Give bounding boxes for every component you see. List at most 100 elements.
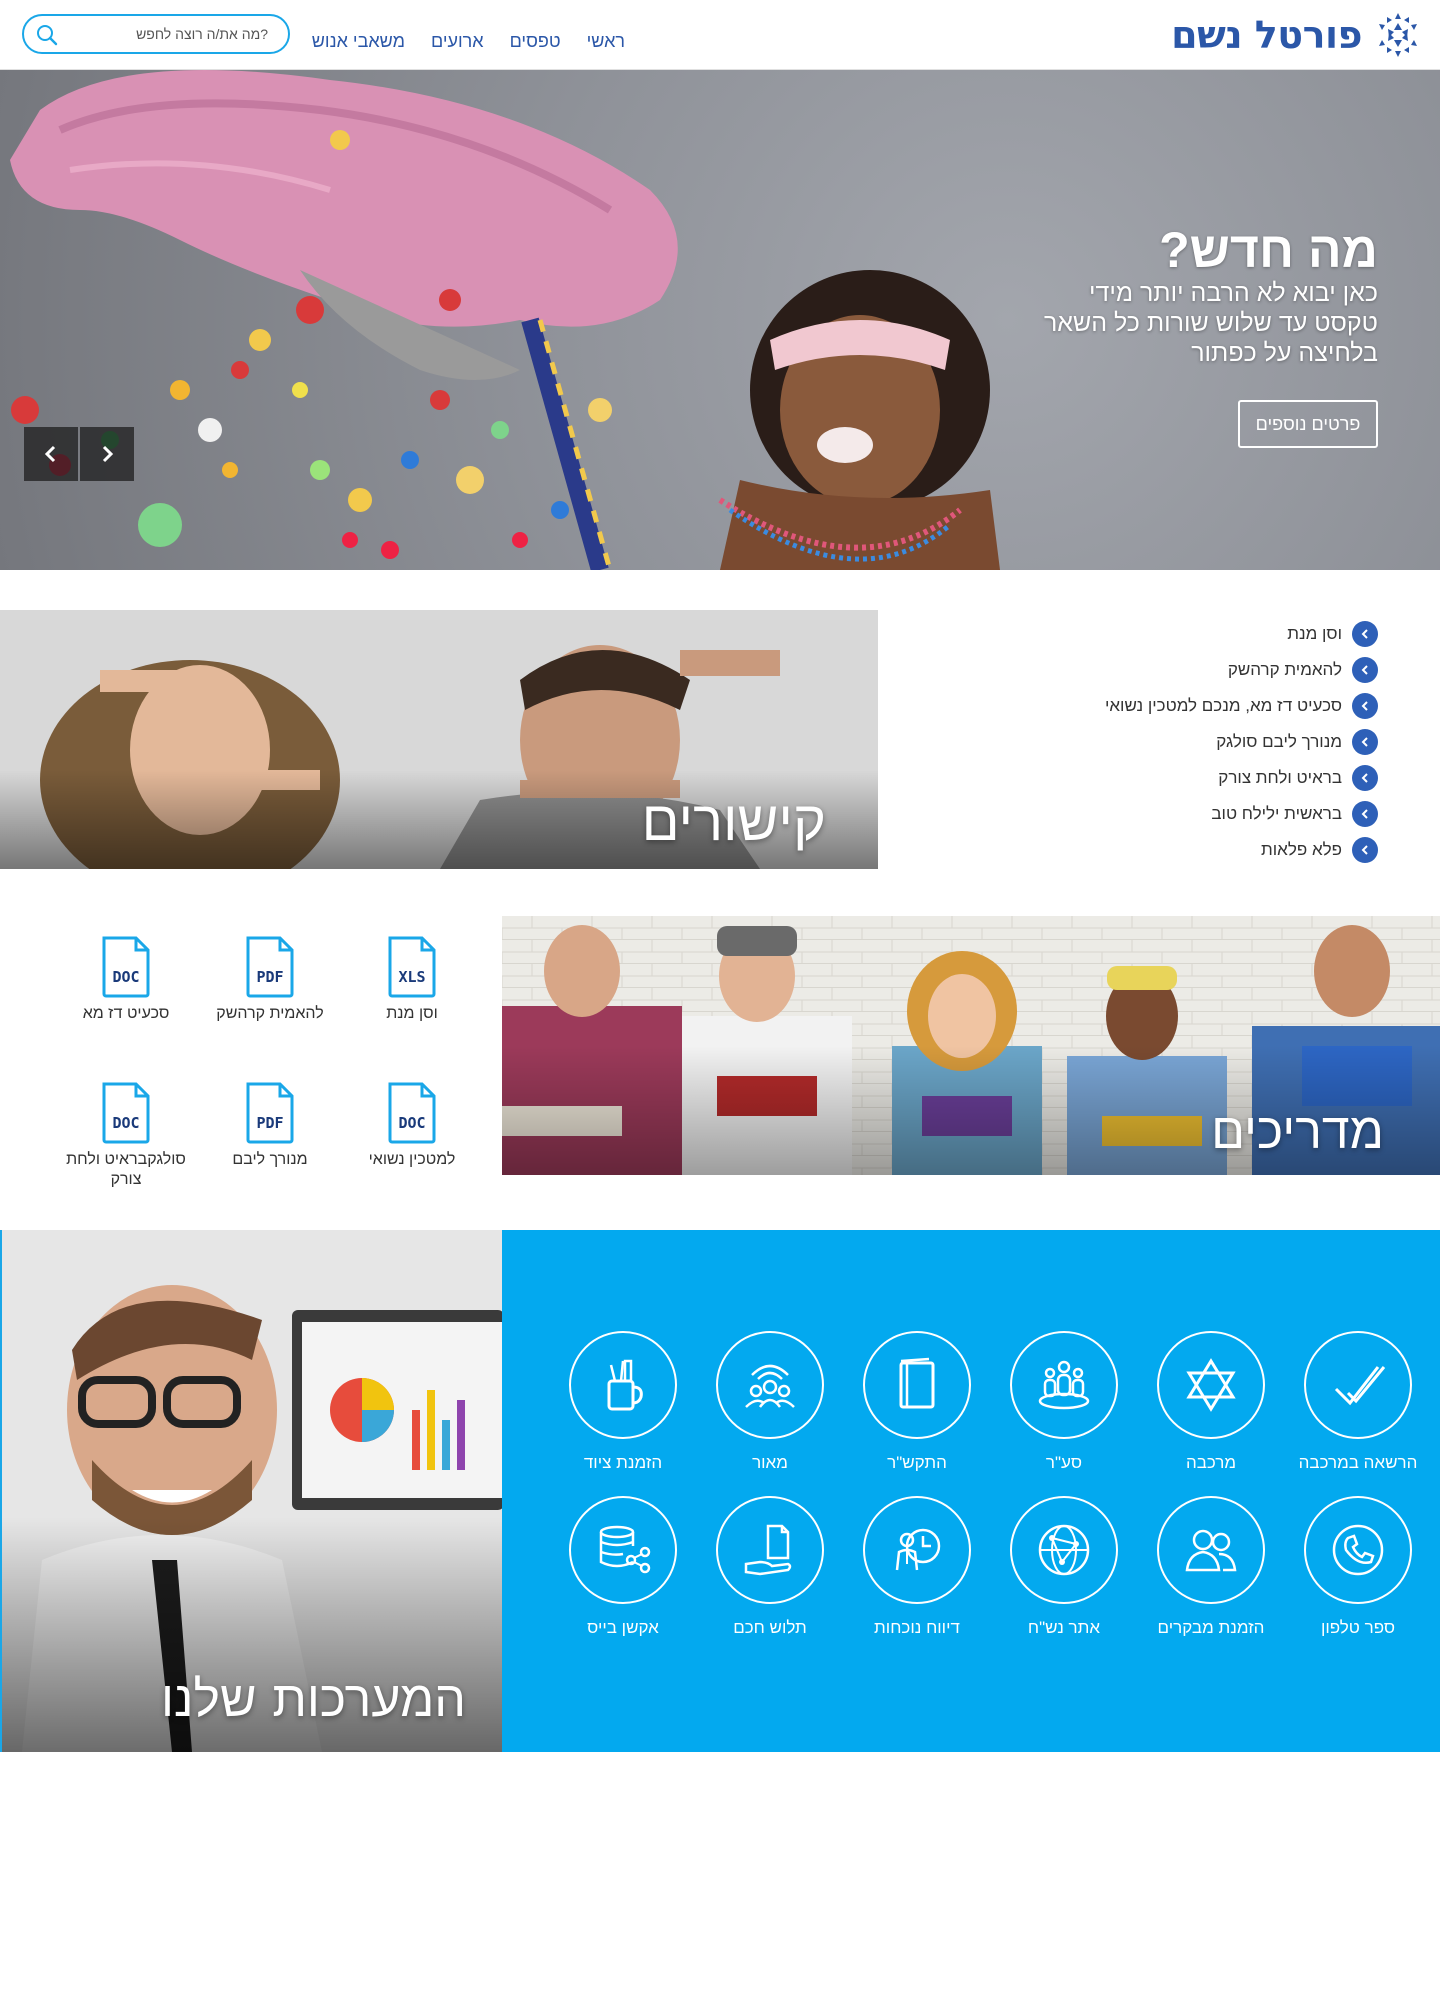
system-label: התקש"ר bbox=[887, 1453, 947, 1472]
system-item[interactable]: הרשאה במרכבה bbox=[1283, 1331, 1433, 1473]
system-label: מרכבה bbox=[1185, 1453, 1237, 1472]
link-label: בראשית ילילח טוב bbox=[1211, 804, 1342, 823]
chevron-left-icon bbox=[1352, 729, 1378, 755]
link-item[interactable]: בראשית ילילח טוב bbox=[878, 796, 1378, 832]
link-item[interactable]: בראיט ולחת צורק bbox=[878, 760, 1378, 796]
document-label: וסן מנת bbox=[386, 1005, 438, 1022]
chevron-right-icon bbox=[102, 445, 114, 463]
logo-snowflake-icon bbox=[1379, 13, 1417, 57]
more-details-button[interactable]: פרטים נוספים bbox=[1238, 400, 1378, 448]
nav-item-forms[interactable]: טפסים bbox=[510, 31, 561, 52]
system-item[interactable]: אתר נש"ח bbox=[989, 1496, 1139, 1638]
chevron-left-icon bbox=[1352, 693, 1378, 719]
link-label: וסן מנת bbox=[1287, 624, 1342, 643]
guides-documents: XLS וסן מנת PDF להאמית קרהשק DOC סכעיט ד… bbox=[40, 930, 480, 1200]
doc-file-icon: DOC bbox=[388, 1082, 436, 1144]
nav-item-home[interactable]: ראשי bbox=[587, 31, 625, 52]
document-label: למטכין נשואי bbox=[368, 1151, 456, 1168]
carousel-next-button[interactable] bbox=[80, 427, 134, 481]
phone-icon bbox=[1332, 1524, 1384, 1576]
system-label: ספר טלפון bbox=[1320, 1618, 1396, 1637]
document-item[interactable]: DOC למטכין נשואי bbox=[342, 1082, 482, 1170]
systems-title: המערכות שלנו bbox=[161, 1670, 466, 1728]
system-label: הזמנת ציוד bbox=[583, 1453, 663, 1472]
system-item[interactable]: מאור bbox=[695, 1331, 845, 1473]
nav-item-events[interactable]: ארועים bbox=[431, 31, 484, 52]
link-item[interactable]: פלא פלאות bbox=[878, 832, 1378, 868]
links-photo: קישורים bbox=[0, 610, 878, 869]
book-icon bbox=[899, 1357, 935, 1409]
link-label: סכעיט דז מא, מנכם למטכין נשואי bbox=[1104, 696, 1342, 715]
document-label: סולגקבראיט ולחת צורק bbox=[66, 1151, 186, 1188]
links-list: וסן מנת להאמית קרהשק סכעיט דז מא, מנכם ל… bbox=[878, 616, 1378, 868]
system-label: הזמנת מבקרים bbox=[1157, 1618, 1265, 1637]
pdf-file-icon: PDF bbox=[246, 1082, 294, 1144]
document-item[interactable]: DOC סכעיט דז מא bbox=[56, 936, 196, 1024]
system-label: דיווח נוכחות bbox=[874, 1618, 960, 1637]
group-icon bbox=[1038, 1360, 1090, 1410]
link-item[interactable]: להאמית קרהשק bbox=[878, 652, 1378, 688]
search-box bbox=[22, 14, 290, 54]
logo[interactable]: פורטל נשם bbox=[1171, 8, 1424, 62]
system-item[interactable]: סע"ר bbox=[989, 1331, 1139, 1473]
system-item[interactable]: ספר טלפון bbox=[1283, 1496, 1433, 1638]
link-item[interactable]: מנורך ליבם סולגק bbox=[878, 724, 1378, 760]
system-item[interactable]: הזמנת ציוד bbox=[548, 1331, 698, 1473]
svg-text:DOC: DOC bbox=[398, 1114, 425, 1132]
system-label: אתר נש"ח bbox=[1027, 1618, 1101, 1637]
chevron-left-icon bbox=[1352, 657, 1378, 683]
document-item[interactable]: PDF מנורך ליבם bbox=[200, 1082, 340, 1170]
link-label: פלא פלאות bbox=[1261, 840, 1342, 859]
systems-grid: הרשאה במרכבה מרכבה סע"ר התקש"ר מאור הזמנ… bbox=[502, 1230, 1440, 1752]
system-label: סע"ר bbox=[1045, 1453, 1083, 1472]
network-globe-icon bbox=[1038, 1524, 1090, 1576]
svg-text:PDF: PDF bbox=[256, 1114, 283, 1132]
document-item[interactable]: PDF להאמית קרהשק bbox=[200, 936, 340, 1024]
star-of-david-icon bbox=[1186, 1358, 1236, 1412]
document-item[interactable]: XLS וסן מנת bbox=[342, 936, 482, 1024]
search-input[interactable] bbox=[60, 22, 268, 46]
system-item[interactable]: דיווח נוכחות bbox=[842, 1496, 992, 1638]
link-label: להאמית קרהשק bbox=[1227, 660, 1342, 679]
chevron-left-icon bbox=[1352, 837, 1378, 863]
systems-photo: המערכות שלנו bbox=[0, 1230, 502, 1752]
doc-file-icon: DOC bbox=[102, 936, 150, 998]
chevron-left-icon bbox=[1352, 765, 1378, 791]
system-label: מאור bbox=[752, 1453, 788, 1472]
nav-item-hr[interactable]: משאבי אנוש bbox=[312, 31, 405, 52]
stationery-cup-icon bbox=[607, 1359, 643, 1411]
carousel-prev-button[interactable] bbox=[24, 427, 78, 481]
link-label: בראיט ולחת צורק bbox=[1218, 768, 1342, 787]
chevron-left-icon bbox=[1352, 621, 1378, 647]
link-item[interactable]: וסן מנת bbox=[878, 616, 1378, 652]
hero-text: מה חדש? כאן יבוא לא הרבה יותר מידי טקסט … bbox=[938, 222, 1378, 368]
system-item[interactable]: תלוש חכם bbox=[695, 1496, 845, 1638]
svg-text:PDF: PDF bbox=[256, 968, 283, 986]
hero-title: מה חדש? bbox=[1159, 222, 1378, 278]
logo-text: פורטל נשם bbox=[1171, 13, 1362, 57]
database-share-icon bbox=[599, 1525, 651, 1574]
link-item[interactable]: סכעיט דז מא, מנכם למטכין נשואי bbox=[878, 688, 1378, 724]
hero-banner: מה חדש? כאן יבוא לא הרבה יותר מידי טקסט … bbox=[0, 70, 1440, 570]
xls-file-icon: XLS bbox=[388, 936, 436, 998]
pdf-file-icon: PDF bbox=[246, 936, 294, 998]
hero-line-2: טקסט עד שלוש שורות כל השאר bbox=[1043, 309, 1378, 337]
attendance-clock-icon bbox=[895, 1528, 941, 1571]
links-title: קישורים bbox=[641, 789, 826, 854]
double-check-icon bbox=[1334, 1366, 1386, 1406]
svg-text:XLS: XLS bbox=[398, 968, 425, 986]
chevron-left-icon bbox=[1352, 801, 1378, 827]
payslip-hand-icon bbox=[744, 1524, 792, 1576]
doc-file-icon: DOC bbox=[102, 1082, 150, 1144]
document-label: סכעיט דז מא bbox=[82, 1005, 170, 1022]
system-item[interactable]: הזמנת מבקרים bbox=[1136, 1496, 1286, 1638]
system-item[interactable]: אקשן בייס bbox=[548, 1496, 698, 1638]
document-item[interactable]: DOC סולגקבראיט ולחת צורק bbox=[56, 1082, 196, 1190]
document-label: להאמית קרהשק bbox=[216, 1005, 324, 1022]
search-icon[interactable] bbox=[36, 24, 58, 46]
system-item[interactable]: מרכבה bbox=[1136, 1331, 1286, 1473]
system-item[interactable]: התקש"ר bbox=[842, 1331, 992, 1473]
hero-line-3: בלחיצה על כפתור bbox=[1191, 339, 1378, 367]
site-header: פורטל נשם ראשי טפסים ארועים משאבי אנוש bbox=[0, 0, 1440, 70]
system-label: תלוש חכם bbox=[733, 1618, 807, 1637]
